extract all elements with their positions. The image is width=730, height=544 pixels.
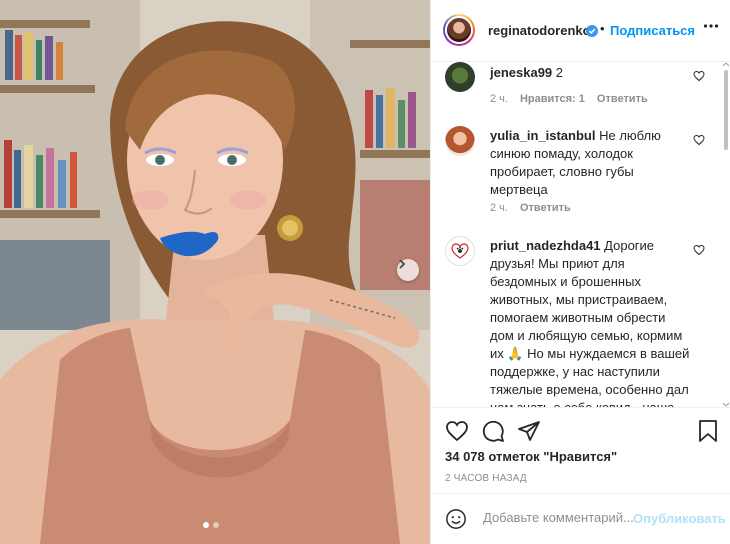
portrait-illustration xyxy=(0,0,430,544)
follow-button[interactable]: Подписаться xyxy=(610,23,695,38)
carousel-dot-active xyxy=(203,522,209,528)
commenter-username[interactable]: yulia_in_istanbul xyxy=(490,128,595,143)
heart-outline-icon[interactable] xyxy=(693,134,705,146)
heart-outline-icon[interactable] xyxy=(693,70,705,82)
follow-separator: • xyxy=(600,21,605,36)
comments-scrollbar[interactable] xyxy=(722,62,730,407)
comment-text-block: priut_nadezhda41 Дорогие друзья! Мы прию… xyxy=(490,237,690,407)
more-options-icon[interactable] xyxy=(703,18,719,39)
post-photo[interactable] xyxy=(0,0,430,544)
commenter-avatar[interactable] xyxy=(445,236,475,266)
comment-text-block: jeneska99 2 xyxy=(490,64,690,82)
commenter-avatar[interactable] xyxy=(445,62,475,92)
author-username[interactable]: reginatodorenko xyxy=(488,23,591,38)
like-heart-icon[interactable] xyxy=(445,419,469,443)
comment-text-block: yulia_in_istanbul Не люблю синюю помаду,… xyxy=(490,127,690,199)
comment-meta: 2 ч. Нравится: 1 Ответить xyxy=(490,93,648,105)
emoji-icon[interactable] xyxy=(445,508,467,530)
comment-meta: 2 ч. Ответить xyxy=(490,202,571,214)
comment-body: Дорогие друзья! Мы приют для бездомных и… xyxy=(490,238,690,407)
paw-heart-logo-icon xyxy=(451,243,469,259)
publish-button[interactable]: Опубликовать xyxy=(633,511,726,526)
ellipsis-icon xyxy=(703,24,719,28)
commenter-username[interactable]: jeneska99 xyxy=(490,65,552,80)
carousel-indicator xyxy=(203,522,219,528)
post-timestamp[interactable]: 2 ЧАСОВ НАЗАД xyxy=(445,473,527,484)
commenter-avatar[interactable] xyxy=(445,126,475,156)
carousel-dot xyxy=(213,522,219,528)
author-avatar[interactable] xyxy=(443,14,475,46)
comment-likes-count[interactable]: Нравится: 1 xyxy=(520,93,585,105)
comment-bubble-icon[interactable] xyxy=(481,419,505,443)
post-details-panel: reginatodorenko • Подписаться jeneska99 … xyxy=(430,0,730,544)
post-header: reginatodorenko • Подписаться xyxy=(431,0,730,62)
instagram-post-modal: reginatodorenko • Подписаться jeneska99 … xyxy=(0,0,730,544)
reply-button[interactable]: Ответить xyxy=(520,202,571,214)
save-bookmark-icon[interactable] xyxy=(697,419,719,443)
commenter-username[interactable]: priut_nadezhda41 xyxy=(490,238,601,253)
chevron-right-icon xyxy=(399,259,406,269)
comment-time[interactable]: 2 ч. xyxy=(490,93,508,105)
post-actions: 34 078 отметок "Нравится" 2 ЧАСОВ НАЗАД xyxy=(431,407,730,507)
comment-body: 2 xyxy=(555,65,564,80)
reply-button[interactable]: Ответить xyxy=(597,93,648,105)
comment-time[interactable]: 2 ч. xyxy=(490,202,508,214)
share-paper-plane-icon[interactable] xyxy=(517,419,541,443)
carousel-next-button[interactable] xyxy=(397,259,419,281)
likes-count[interactable]: 34 078 отметок "Нравится" xyxy=(445,449,617,464)
comments-list[interactable]: jeneska99 2 2 ч. Нравится: 1 Ответить yu… xyxy=(431,62,730,407)
author-avatar-image xyxy=(445,16,473,44)
verified-badge-icon xyxy=(586,25,598,37)
add-comment-bar: Опубликовать xyxy=(431,493,730,544)
comment-input[interactable] xyxy=(481,509,635,526)
heart-outline-icon[interactable] xyxy=(693,244,705,256)
